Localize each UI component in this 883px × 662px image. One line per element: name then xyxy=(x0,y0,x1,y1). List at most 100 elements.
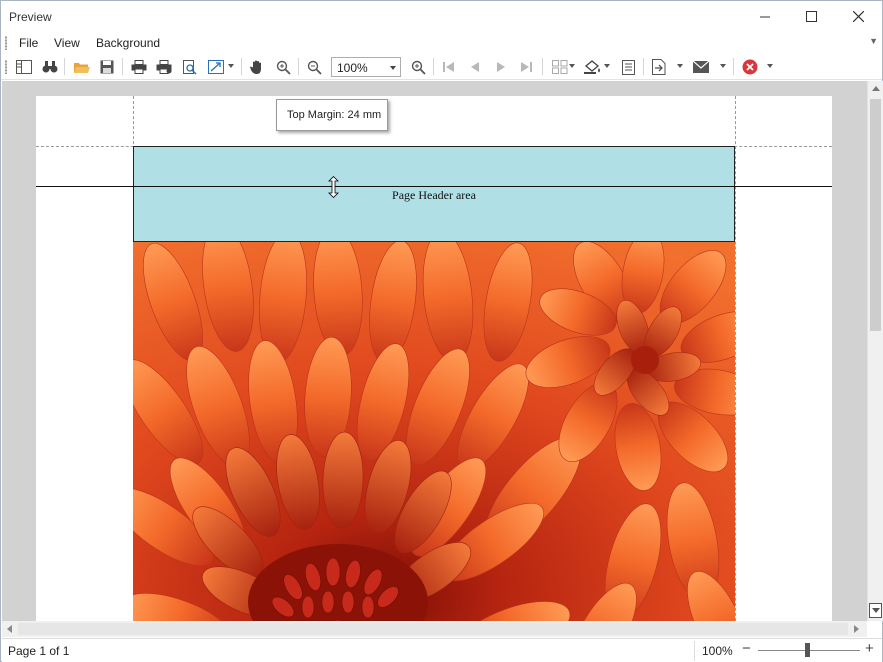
zoom-out-button[interactable] xyxy=(304,57,324,77)
hand-tool-icon xyxy=(250,60,261,74)
document-viewport[interactable]: Page Header area xyxy=(2,81,867,621)
magnifier-button[interactable] xyxy=(273,57,293,77)
open-icon xyxy=(74,62,90,73)
margin-tooltip: Top Margin: 24 mm xyxy=(276,99,388,131)
margin-tooltip-text: Top Margin: 24 mm xyxy=(287,109,382,121)
first-page-button[interactable] xyxy=(439,57,459,77)
right-margin-guide xyxy=(735,96,736,621)
maximize-icon xyxy=(805,11,817,22)
page-indicator: Page 1 of 1 xyxy=(8,644,70,658)
magnifier-icon xyxy=(276,60,291,75)
title-bar: Preview xyxy=(1,1,882,32)
toolbar-separator xyxy=(733,58,734,75)
close-preview-button[interactable] xyxy=(740,57,760,77)
zoom-increase-button[interactable]: + xyxy=(865,640,874,657)
toolbar-separator xyxy=(241,58,242,75)
zoom-slider-thumb[interactable] xyxy=(805,643,810,657)
toolbar-separator xyxy=(433,58,434,75)
toolbar: 100% xyxy=(1,54,882,80)
resize-cursor-icon xyxy=(328,175,339,201)
scale-icon xyxy=(208,60,224,74)
document-map-icon xyxy=(16,60,32,74)
previous-page-button[interactable] xyxy=(465,57,485,77)
close-window-button[interactable] xyxy=(835,1,881,32)
document-page[interactable]: Page Header area xyxy=(36,96,832,621)
save-button[interactable] xyxy=(97,57,117,77)
quick-print-button[interactable] xyxy=(154,57,174,77)
menu-background[interactable]: Background xyxy=(96,36,160,50)
page-color-dropdown-icon[interactable] xyxy=(604,64,610,68)
vertical-scroll-thumb[interactable] xyxy=(870,99,881,331)
toolbar-grip[interactable] xyxy=(5,60,7,74)
print-preview-icon xyxy=(183,59,197,75)
multiple-pages-icon xyxy=(552,60,568,74)
send-email-icon xyxy=(693,61,709,73)
toolbar-separator xyxy=(542,58,543,75)
page-color-button[interactable] xyxy=(583,57,603,77)
page-header-label: Page Header area xyxy=(392,188,476,202)
zoom-decrease-button[interactable]: − xyxy=(742,640,751,657)
close-icon xyxy=(852,11,864,22)
export-icon xyxy=(652,59,666,75)
last-page-icon xyxy=(521,62,532,72)
export-button[interactable] xyxy=(649,57,669,77)
print-icon xyxy=(131,60,147,74)
flower-image xyxy=(133,242,735,621)
scroll-right-icon[interactable] xyxy=(854,625,859,633)
chevron-down-icon[interactable] xyxy=(390,66,396,70)
hand-tool-button[interactable] xyxy=(247,57,267,77)
maximize-button[interactable] xyxy=(788,1,834,32)
document-map-button[interactable] xyxy=(14,57,34,77)
menu-view[interactable]: View xyxy=(54,36,80,50)
find-button[interactable] xyxy=(40,57,60,77)
multiple-pages-dropdown-icon[interactable] xyxy=(569,64,575,68)
scroll-down-icon xyxy=(872,608,880,613)
toolbar-separator xyxy=(122,58,123,75)
watermark-button[interactable] xyxy=(618,57,638,77)
horizontal-scrollbar[interactable] xyxy=(2,621,867,637)
first-page-icon xyxy=(443,62,454,72)
minimize-button[interactable] xyxy=(742,1,788,32)
zoom-in-button[interactable] xyxy=(408,57,428,77)
scroll-down-button[interactable] xyxy=(869,603,882,618)
menu-grip[interactable] xyxy=(5,36,7,50)
status-zoom-value: 100% xyxy=(702,644,733,658)
previous-page-icon xyxy=(471,62,479,72)
minimize-icon xyxy=(760,16,770,17)
status-separator xyxy=(694,641,695,661)
send-email-button[interactable] xyxy=(691,57,711,77)
send-email-dropdown-icon[interactable] xyxy=(720,64,726,68)
zoom-combo[interactable]: 100% xyxy=(331,57,401,77)
top-margin-drag-line[interactable] xyxy=(36,186,832,187)
toolbar-separator xyxy=(643,58,644,75)
print-preview-button[interactable] xyxy=(180,57,200,77)
find-icon xyxy=(42,61,58,73)
zoom-out-icon xyxy=(307,60,322,75)
menu-overflow-icon[interactable]: ▼ xyxy=(869,36,878,46)
menu-bar: File View Background ▼ xyxy=(1,32,882,54)
next-page-button[interactable] xyxy=(491,57,511,77)
toolbar-separator xyxy=(64,58,65,75)
close-preview-dropdown-icon[interactable] xyxy=(767,64,773,68)
scroll-left-icon[interactable] xyxy=(7,625,12,633)
quick-print-icon xyxy=(156,60,172,74)
scale-dropdown-icon[interactable] xyxy=(228,64,234,68)
horizontal-scroll-track[interactable] xyxy=(18,623,848,635)
scale-button[interactable] xyxy=(206,57,226,77)
preview-window: Preview File View Background ▼ 100% Page… xyxy=(0,0,883,662)
page-header-band[interactable]: Page Header area xyxy=(133,146,735,242)
menu-file[interactable]: File xyxy=(19,36,38,50)
close-preview-icon xyxy=(742,59,758,75)
watermark-icon xyxy=(621,59,635,75)
scroll-up-icon[interactable] xyxy=(872,86,880,91)
background-image xyxy=(133,242,735,621)
open-button[interactable] xyxy=(72,57,92,77)
export-dropdown-icon[interactable] xyxy=(677,64,683,68)
page-color-icon xyxy=(584,60,600,74)
last-page-button[interactable] xyxy=(516,57,536,77)
vertical-scrollbar[interactable] xyxy=(867,81,883,621)
toolbar-separator xyxy=(298,58,299,75)
window-title: Preview xyxy=(9,10,52,24)
multiple-pages-button[interactable] xyxy=(550,57,570,77)
print-button[interactable] xyxy=(129,57,149,77)
